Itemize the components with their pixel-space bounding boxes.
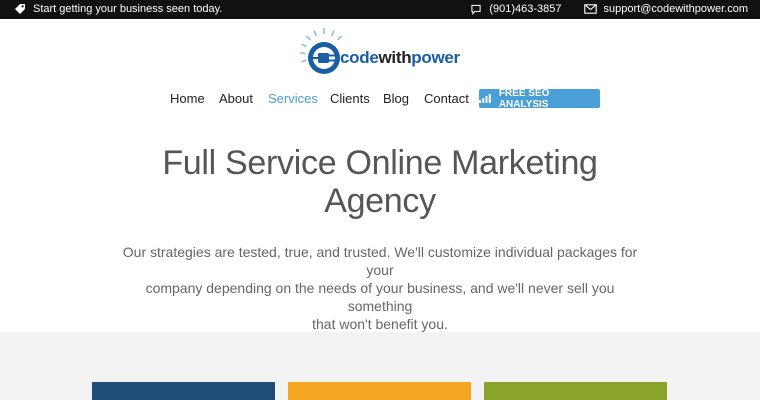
site-logo[interactable]: codewithpower bbox=[296, 24, 464, 80]
hero-description-line-1: Our strategies are tested, true, and tru… bbox=[122, 244, 638, 278]
tagline-group: Start getting your business seen today. bbox=[14, 3, 222, 15]
service-card-1[interactable] bbox=[92, 382, 275, 400]
email-address: support@codewithpower.com bbox=[603, 3, 748, 15]
page-title-line-2: Agency bbox=[324, 182, 436, 220]
mail-icon bbox=[583, 4, 597, 14]
hero-description-line-2: company depending on the needs of your b… bbox=[145, 280, 615, 314]
logo-word-power: power bbox=[411, 48, 460, 67]
hero-description: Our strategies are tested, true, and tru… bbox=[120, 243, 640, 333]
phone-number: (901)463-3857 bbox=[489, 3, 562, 15]
page-title-line-1: Full Service Online Marketing bbox=[162, 144, 598, 182]
page-title: Full Service Online Marketing Agency bbox=[130, 144, 630, 220]
free-seo-analysis-button[interactable]: FREE SEO ANALYSIS bbox=[479, 87, 600, 110]
nav-item-services[interactable]: Services bbox=[268, 91, 318, 106]
hero-description-line-3: that won't benefit you. bbox=[312, 316, 448, 332]
service-card-3[interactable] bbox=[484, 382, 667, 400]
chat-icon bbox=[471, 4, 481, 15]
bar-chart-icon bbox=[479, 94, 491, 103]
logo-word-code: code bbox=[340, 48, 379, 67]
main-nav: Home About Services Clients Blog Contact… bbox=[0, 87, 760, 110]
logo-word-with: with bbox=[378, 48, 412, 67]
phone-link[interactable]: (901)463-3857 bbox=[470, 3, 562, 15]
tagline-text: Start getting your business seen today. bbox=[33, 3, 223, 15]
email-link[interactable]: support@codewithpower.com bbox=[583, 3, 748, 15]
nav-item-contact[interactable]: Contact bbox=[424, 91, 469, 106]
contact-group: (901)463-3857 support@codewithpower.com bbox=[448, 3, 748, 15]
tag-icon bbox=[15, 4, 25, 14]
nav-item-clients[interactable]: Clients bbox=[330, 91, 370, 106]
nav-item-blog[interactable]: Blog bbox=[383, 91, 409, 106]
nav-item-home[interactable]: Home bbox=[170, 91, 205, 106]
free-seo-analysis-label: FREE SEO ANALYSIS bbox=[498, 87, 550, 110]
services-band bbox=[0, 332, 760, 400]
top-bar: Start getting your business seen today. … bbox=[0, 0, 760, 19]
service-card-2[interactable] bbox=[288, 382, 471, 400]
logo-wordmark: codewithpower bbox=[340, 48, 460, 68]
nav-item-about[interactable]: About bbox=[219, 91, 253, 106]
